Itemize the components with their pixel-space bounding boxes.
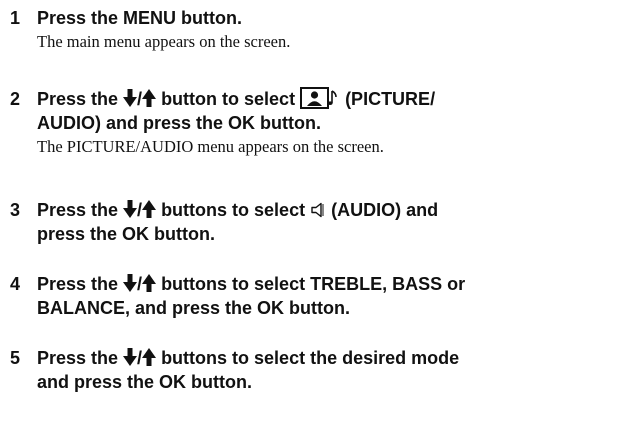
instruction-text: (AUDIO) and	[326, 200, 439, 220]
step-result: The PICTURE/AUDIO menu appears on the sc…	[37, 137, 384, 156]
instruction-text: and press the OK button.	[37, 372, 253, 392]
step-number: 4	[10, 274, 21, 294]
step-body: Press the / buttons to select TREBLE, BA…	[37, 272, 617, 320]
step-result: The main menu appears on the screen.	[37, 32, 291, 51]
step-body: Press the MENU button. The main menu app…	[37, 6, 617, 53]
step-number: 5	[10, 348, 21, 368]
instruction-text: AUDIO) and press the OK button.	[37, 113, 322, 133]
instruction-text: press the OK button.	[37, 224, 216, 244]
instruction-text: Press the	[37, 89, 124, 109]
instruction-text: Press the MENU button.	[37, 8, 243, 28]
instruction-text: Press the	[37, 348, 124, 368]
step-body: Press the / button to select (PICTURE/AU…	[37, 87, 617, 158]
instruction-text: button to select	[156, 89, 301, 109]
step-instruction: Press the / buttons to select TREBLE, BA…	[37, 272, 617, 320]
up-arrow-icon	[142, 200, 157, 218]
instruction-text: Press the	[37, 274, 124, 294]
step-instruction: Press the MENU button.	[37, 6, 617, 30]
step-instruction: Press the / button to select (PICTURE/AU…	[37, 87, 617, 135]
down-arrow-icon	[123, 274, 138, 292]
picture-audio-icon	[300, 87, 340, 109]
instruction-text: buttons to select	[156, 200, 311, 220]
down-arrow-icon	[123, 200, 138, 218]
step-body: Press the / buttons to select (AUDIO) an…	[37, 198, 617, 246]
instruction-text: buttons to select the desired mode	[156, 348, 460, 368]
down-arrow-icon	[123, 348, 138, 366]
up-arrow-icon	[142, 348, 157, 366]
step-instruction: Press the / buttons to select (AUDIO) an…	[37, 198, 617, 246]
instruction-text: Press the	[37, 200, 124, 220]
step-body: Press the / buttons to select the desire…	[37, 346, 617, 394]
step-number: 3	[10, 200, 21, 220]
down-arrow-icon	[123, 89, 138, 107]
speaker-icon	[310, 202, 326, 218]
up-arrow-icon	[142, 89, 157, 107]
step-number: 2	[10, 89, 21, 109]
instruction-text: (PICTURE/	[340, 89, 436, 109]
instruction-text: BALANCE, and press the OK button.	[37, 298, 351, 318]
step-instruction: Press the / buttons to select the desire…	[37, 346, 617, 394]
up-arrow-icon	[142, 274, 157, 292]
instruction-text: buttons to select TREBLE, BASS or	[156, 274, 466, 294]
step-number: 1	[10, 8, 21, 28]
